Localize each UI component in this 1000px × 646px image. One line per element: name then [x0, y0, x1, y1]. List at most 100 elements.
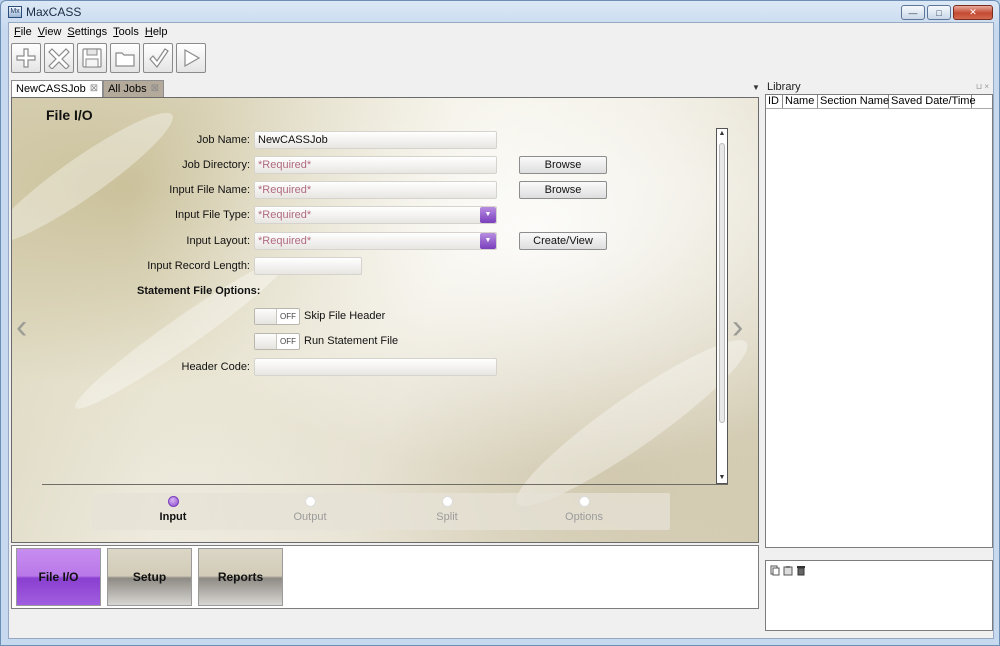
- step-options[interactable]: Options: [539, 496, 629, 523]
- menu-file[interactable]: File: [11, 26, 35, 38]
- run-job-button[interactable]: [176, 43, 206, 73]
- column-header-name[interactable]: Name: [783, 95, 818, 108]
- add-icon: [16, 48, 36, 68]
- delete-job-button[interactable]: [44, 43, 74, 73]
- input-file-browse-button[interactable]: Browse: [519, 181, 607, 199]
- step-label: Split: [436, 511, 458, 523]
- check-icon: [149, 48, 169, 68]
- header-code-input[interactable]: [254, 358, 497, 376]
- run-statement-file-label: Run Statement File: [304, 335, 399, 347]
- file-io-section-button[interactable]: File I/O: [16, 548, 101, 606]
- next-page-icon[interactable]: ›: [732, 310, 743, 344]
- toggle-state: OFF: [280, 337, 296, 346]
- tab-all-jobs[interactable]: All Jobs ⊠: [103, 80, 165, 97]
- run-icon: [184, 48, 201, 68]
- skip-file-header-label: Skip File Header: [304, 310, 386, 322]
- step-dot: [441, 496, 453, 507]
- save-job-button[interactable]: [77, 43, 107, 73]
- toolbar: [11, 43, 206, 73]
- job-directory-browse-button[interactable]: Browse: [519, 156, 607, 174]
- column-header-id[interactable]: ID: [766, 95, 783, 108]
- job-name-input[interactable]: NewCASSJob: [254, 131, 497, 149]
- step-output[interactable]: Output: [265, 496, 355, 523]
- minimize-button[interactable]: —: [901, 5, 925, 20]
- validate-job-button[interactable]: [143, 43, 173, 73]
- tab-close-icon[interactable]: ⊠: [90, 81, 98, 97]
- app-icon: Mx: [8, 6, 22, 18]
- input-file-type-value: *Required*: [258, 209, 312, 221]
- input-layout-value: *Required*: [258, 235, 312, 247]
- input-record-length-input[interactable]: [254, 257, 362, 275]
- skip-file-header-toggle[interactable]: OFF: [254, 308, 300, 325]
- trash-icon[interactable]: [796, 565, 806, 576]
- menu-tools[interactable]: Tools: [110, 26, 142, 38]
- client-area: File View Settings Tools Help NewCASSJob…: [8, 22, 994, 639]
- scroll-down-icon[interactable]: ▼: [717, 473, 727, 483]
- setup-section-button[interactable]: Setup: [107, 548, 192, 606]
- previous-page-icon[interactable]: ‹: [16, 310, 27, 344]
- input-file-type-select[interactable]: *Required* ▼: [254, 206, 497, 224]
- run-statement-file-toggle[interactable]: OFF: [254, 333, 300, 350]
- job-editor-panel: File I/O Job Name: NewCASSJob Job Direct…: [11, 97, 759, 543]
- open-job-button[interactable]: [110, 43, 140, 73]
- tab-label: All Jobs: [108, 83, 147, 95]
- copy-icon[interactable]: [770, 565, 780, 576]
- scroll-thumb[interactable]: [719, 143, 725, 423]
- library-title: Library: [767, 81, 801, 93]
- reports-section-button[interactable]: Reports: [198, 548, 283, 606]
- job-name-label: Job Name:: [196, 134, 250, 146]
- step-label: Input: [159, 511, 187, 523]
- close-button[interactable]: ✕: [953, 5, 993, 20]
- create-view-layout-button[interactable]: Create/View: [519, 232, 607, 250]
- toggle-state: OFF: [280, 312, 296, 321]
- step-dot: [304, 496, 316, 507]
- pin-icon[interactable]: ⊔ ×: [976, 82, 989, 91]
- window-controls: — □ ✕: [901, 5, 993, 20]
- save-icon: [82, 48, 102, 68]
- tab-newcassjob[interactable]: NewCASSJob ⊠: [11, 80, 104, 97]
- menu-view[interactable]: View: [35, 26, 65, 38]
- column-header-section-name[interactable]: Section Name: [818, 95, 889, 108]
- library-table-header: ID Name Section Name Saved Date/Time: [766, 95, 992, 109]
- step-dot: [167, 496, 179, 507]
- statement-file-options-heading: Statement File Options:: [137, 285, 261, 297]
- library-table: ID Name Section Name Saved Date/Time: [765, 94, 993, 548]
- menu-bar: File View Settings Tools Help: [9, 23, 993, 40]
- chevron-down-icon[interactable]: ▼: [480, 207, 496, 223]
- vertical-scrollbar[interactable]: ▲ ▼: [716, 128, 728, 484]
- input-file-type-label: Input File Type:: [174, 209, 250, 221]
- section-title: File I/O: [46, 107, 93, 123]
- input-layout-select[interactable]: *Required* ▼: [254, 232, 497, 250]
- new-job-button[interactable]: [11, 43, 41, 73]
- library-detail-pane: [765, 560, 993, 631]
- menu-help[interactable]: Help: [142, 26, 171, 38]
- tab-list-dropdown-icon[interactable]: ▼: [752, 83, 760, 92]
- step-label: Options: [565, 511, 603, 523]
- input-file-name-input[interactable]: *Required*: [254, 181, 497, 199]
- chevron-down-icon[interactable]: ▼: [480, 233, 496, 249]
- header-code-label: Header Code:: [181, 361, 251, 373]
- library-panel: Library ⊔ × ID Name Section Name Saved D…: [765, 80, 993, 631]
- title-bar: Mx MaxCASS — □ ✕: [1, 1, 999, 23]
- input-record-length-label: Input Record Length:: [147, 260, 250, 272]
- tab-label: NewCASSJob: [16, 83, 86, 95]
- paste-icon[interactable]: [783, 565, 793, 576]
- section-button-bar: File I/O Setup Reports: [11, 545, 759, 609]
- delete-icon: [48, 48, 70, 69]
- column-header-saved-date[interactable]: Saved Date/Time: [889, 95, 976, 108]
- job-directory-input[interactable]: *Required*: [254, 156, 497, 174]
- step-input[interactable]: Input: [128, 496, 218, 523]
- tab-close-icon[interactable]: ⊠: [151, 81, 159, 97]
- window-title: MaxCASS: [26, 5, 82, 19]
- input-file-name-label: Input File Name:: [169, 184, 250, 196]
- step-dot: [578, 496, 590, 507]
- wizard-stepper: Input Output Split Options: [92, 493, 670, 530]
- maximize-button[interactable]: □: [927, 5, 951, 20]
- step-split[interactable]: Split: [402, 496, 492, 523]
- input-layout-label: Input Layout:: [186, 235, 250, 247]
- scroll-up-icon[interactable]: ▲: [717, 129, 727, 139]
- menu-settings[interactable]: Settings: [64, 26, 110, 38]
- job-tabs: NewCASSJob ⊠ All Jobs ⊠: [11, 80, 165, 97]
- divider: [42, 484, 728, 485]
- app-window: Mx MaxCASS — □ ✕ File View Settings Tool…: [0, 0, 1000, 646]
